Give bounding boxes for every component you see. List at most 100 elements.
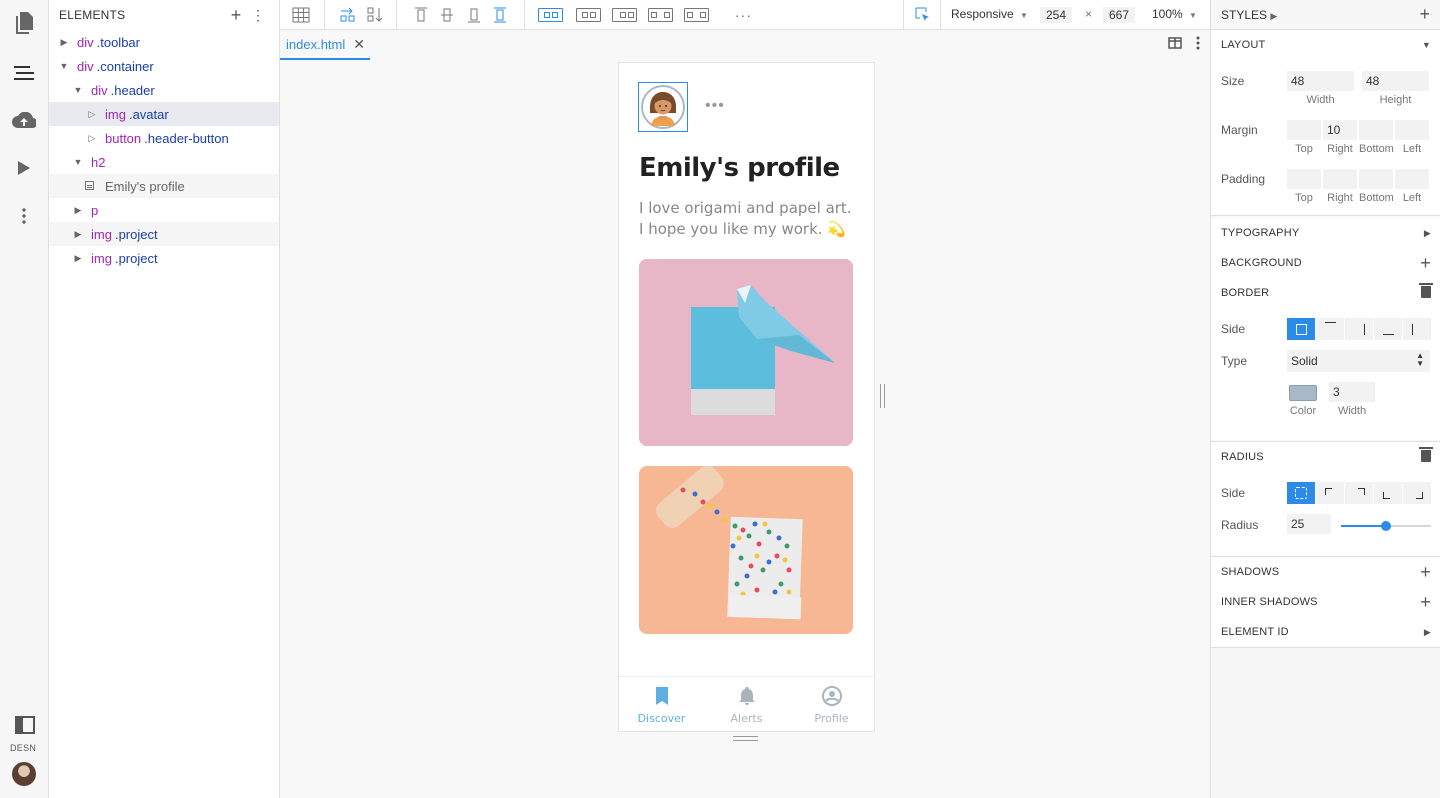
slider-knob[interactable] bbox=[1381, 521, 1391, 531]
resize-handle-bottom[interactable] bbox=[733, 736, 758, 741]
justify-center-icon[interactable] bbox=[576, 5, 601, 25]
tree-row[interactable]: Emily's profile bbox=[49, 174, 279, 198]
delete-icon[interactable] bbox=[1419, 282, 1433, 301]
padding-left-field[interactable] bbox=[1395, 169, 1429, 189]
nav-item-profile[interactable]: Profile bbox=[789, 677, 874, 731]
background-section[interactable]: BACKGROUND + bbox=[1211, 248, 1440, 278]
radius-slider[interactable] bbox=[1341, 521, 1431, 531]
more-horiz-icon[interactable]: ··· bbox=[735, 5, 752, 25]
delete-icon[interactable] bbox=[1419, 446, 1433, 465]
border-bottom-icon[interactable] bbox=[1374, 318, 1403, 340]
border-right-icon[interactable] bbox=[1345, 318, 1374, 340]
caret-right-icon[interactable]: ▶ bbox=[71, 253, 85, 264]
element-id-section[interactable]: ELEMENT ID ▶ bbox=[1211, 617, 1440, 647]
margin-left-field[interactable] bbox=[1395, 120, 1429, 140]
project-image-origami[interactable] bbox=[639, 259, 853, 446]
padding-top-field[interactable] bbox=[1287, 169, 1321, 189]
more-vert-icon[interactable]: ⋮ bbox=[247, 7, 269, 24]
caret-down-icon[interactable]: ▼ bbox=[71, 85, 85, 95]
grid-icon[interactable] bbox=[292, 5, 310, 25]
typography-section[interactable]: TYPOGRAPHY ▶ bbox=[1211, 218, 1440, 248]
resize-handle-right[interactable] bbox=[880, 384, 885, 408]
avatar-image[interactable] bbox=[638, 82, 688, 132]
add-icon[interactable]: + bbox=[1420, 593, 1431, 611]
border-type-select[interactable]: Solid ▲ ▼ bbox=[1287, 350, 1430, 372]
add-icon[interactable]: + bbox=[1420, 254, 1431, 272]
desn-toggle[interactable]: DESN bbox=[0, 716, 49, 753]
align-middle-icon[interactable] bbox=[440, 5, 454, 25]
justify-between-icon[interactable] bbox=[648, 5, 673, 25]
caret-right-icon[interactable]: ▶ bbox=[71, 229, 85, 240]
pages-icon[interactable] bbox=[12, 11, 36, 35]
align-bottom-icon[interactable] bbox=[467, 5, 481, 25]
height-field[interactable]: 48 bbox=[1362, 71, 1429, 91]
padding-bottom-field[interactable] bbox=[1359, 169, 1393, 189]
flex-row-icon[interactable] bbox=[340, 5, 356, 25]
tab-index-html[interactable]: index.html ✕ bbox=[280, 30, 370, 60]
caret-right-icon[interactable]: ▷ bbox=[85, 133, 99, 144]
cloud-upload-icon[interactable] bbox=[12, 108, 36, 132]
margin-top-field[interactable] bbox=[1287, 120, 1321, 140]
radius-bottom-left-icon[interactable] bbox=[1374, 482, 1403, 504]
more-vert-icon[interactable] bbox=[1196, 36, 1200, 55]
zoom-select[interactable]: 100% ▼ bbox=[1152, 7, 1197, 23]
device-select[interactable]: Responsive ▼ bbox=[951, 7, 1028, 23]
caret-down-icon[interactable]: ▼ bbox=[71, 157, 85, 167]
add-icon[interactable]: + bbox=[1419, 4, 1430, 25]
border-left-icon[interactable] bbox=[1403, 318, 1432, 340]
tree-row[interactable]: ▶ div .toolbar bbox=[49, 30, 279, 54]
nav-item-alerts[interactable]: Alerts bbox=[704, 677, 789, 731]
nav-item-discover[interactable]: Discover bbox=[619, 677, 704, 731]
shadows-section[interactable]: SHADOWS + bbox=[1211, 557, 1440, 587]
border-width-field[interactable]: 3 bbox=[1329, 382, 1375, 402]
radius-all-icon[interactable] bbox=[1287, 482, 1316, 504]
padding-right-field[interactable] bbox=[1323, 169, 1357, 189]
width-field[interactable]: 48 bbox=[1287, 71, 1354, 91]
tree-row[interactable]: ▷ button .header-button bbox=[49, 126, 279, 150]
justify-end-icon[interactable] bbox=[612, 5, 637, 25]
select-cursor-icon[interactable] bbox=[915, 5, 931, 25]
radius-top-left-icon[interactable] bbox=[1316, 482, 1345, 504]
more-vert-icon[interactable] bbox=[12, 204, 36, 228]
project-image-beads[interactable] bbox=[639, 466, 853, 634]
tree-row[interactable]: ▷ img .avatar bbox=[49, 102, 279, 126]
layers-icon[interactable] bbox=[12, 61, 36, 85]
caret-right-icon[interactable]: ▶ bbox=[71, 205, 85, 216]
bottom-nav: Discover Alerts Profile bbox=[619, 676, 874, 731]
close-icon[interactable]: ✕ bbox=[353, 36, 365, 53]
text-node-icon bbox=[85, 180, 99, 192]
align-top-icon[interactable] bbox=[414, 5, 428, 25]
align-stretch-icon[interactable] bbox=[493, 5, 507, 25]
tree-row[interactable]: ▼ div .header bbox=[49, 78, 279, 102]
justify-start-icon[interactable] bbox=[538, 5, 563, 25]
flex-column-icon[interactable] bbox=[367, 5, 383, 25]
caret-right-icon[interactable]: ▷ bbox=[85, 109, 99, 120]
border-all-icon[interactable] bbox=[1287, 318, 1316, 340]
caret-down-icon[interactable]: ▼ bbox=[57, 61, 71, 71]
header-button[interactable]: ••• bbox=[705, 97, 725, 115]
background-title: BACKGROUND bbox=[1221, 257, 1302, 269]
tree-row[interactable]: ▶ img .project bbox=[49, 246, 279, 270]
border-color-swatch[interactable] bbox=[1289, 385, 1317, 401]
layout-header[interactable]: LAYOUT ▼ bbox=[1211, 30, 1440, 60]
radius-bottom-right-icon[interactable] bbox=[1403, 482, 1432, 504]
add-icon[interactable]: + bbox=[225, 5, 247, 26]
radius-field[interactable]: 25 bbox=[1287, 514, 1331, 534]
border-top-icon[interactable] bbox=[1316, 318, 1345, 340]
radius-top-right-icon[interactable] bbox=[1345, 482, 1374, 504]
justify-around-icon[interactable] bbox=[684, 5, 709, 25]
tree-row[interactable]: ▼ h2 bbox=[49, 150, 279, 174]
margin-bottom-field[interactable] bbox=[1359, 120, 1393, 140]
inner-shadows-section[interactable]: INNER SHADOWS + bbox=[1211, 587, 1440, 617]
play-icon[interactable] bbox=[12, 156, 36, 180]
split-view-icon[interactable] bbox=[1168, 36, 1182, 55]
margin-right-field[interactable]: 10 bbox=[1323, 120, 1357, 140]
tree-row[interactable]: ▶ p bbox=[49, 198, 279, 222]
caret-right-icon[interactable]: ▶ bbox=[57, 37, 71, 48]
height-input[interactable]: 667 bbox=[1103, 7, 1136, 23]
tree-row[interactable]: ▼ div .container bbox=[49, 54, 279, 78]
user-avatar[interactable] bbox=[12, 762, 36, 786]
add-icon[interactable]: + bbox=[1420, 563, 1431, 581]
width-input[interactable]: 254 bbox=[1040, 7, 1073, 23]
tree-row[interactable]: ▶ img .project bbox=[49, 222, 279, 246]
